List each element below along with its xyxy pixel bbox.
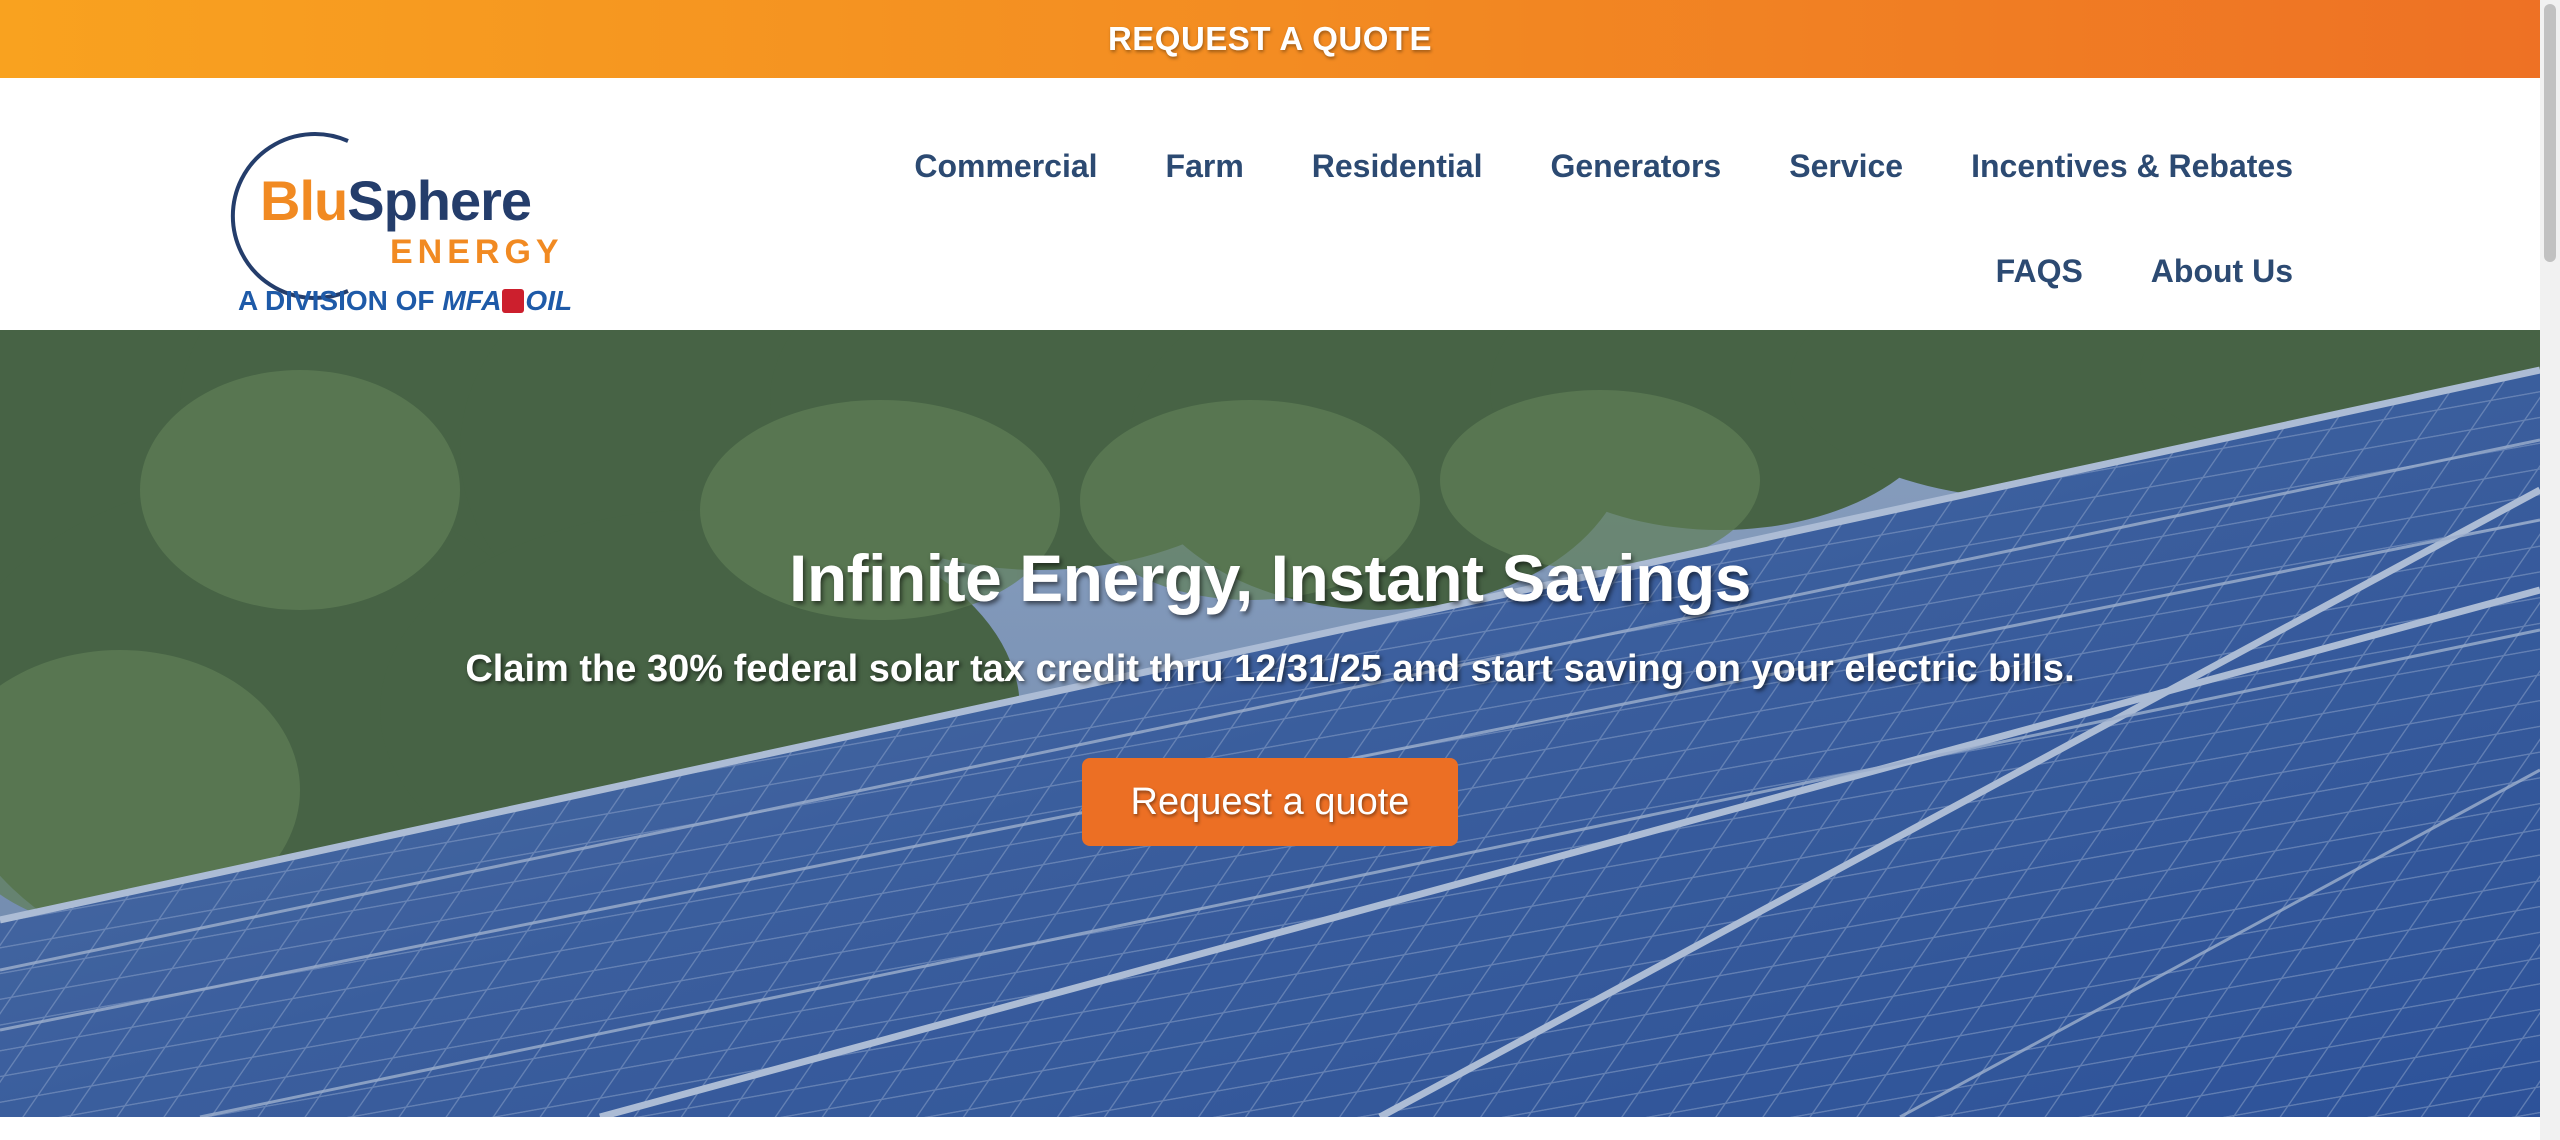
main-nav-row-2: FAQS About Us [1996, 253, 2293, 290]
nav-incentives-rebates[interactable]: Incentives & Rebates [1971, 148, 2293, 185]
mfa-oil-emblem-icon [502, 289, 525, 313]
nav-generators[interactable]: Generators [1550, 148, 1721, 185]
logo-energy-text: ENERGY [390, 233, 564, 271]
nav-farm[interactable]: Farm [1166, 148, 1244, 185]
logo-wordmark: BluSphere [260, 169, 532, 232]
request-quote-banner[interactable]: REQUEST A QUOTE [0, 0, 2540, 78]
site-header: BluSphere ENERGY A DIVISION OF MFA OIL Co… [0, 78, 2540, 330]
nav-service[interactable]: Service [1789, 148, 1903, 185]
blusphere-logo[interactable]: BluSphere ENERGY A DIVISION OF MFA OIL [230, 123, 572, 316]
scrollbar-thumb[interactable] [2544, 4, 2556, 262]
main-nav-row-1: Commercial Farm Residential Generators S… [914, 148, 2293, 185]
request-quote-button[interactable]: Request a quote [1082, 758, 1458, 846]
hero-subheadline: Claim the 30% federal solar tax credit t… [465, 648, 2075, 690]
hero-headline: Infinite Energy, Instant Savings [789, 541, 1751, 615]
nav-commercial[interactable]: Commercial [914, 148, 1097, 185]
nav-residential[interactable]: Residential [1312, 148, 1483, 185]
page: REQUEST A QUOTE BluSphere ENERGY A DIVIS… [0, 0, 2540, 1140]
hero-banner: Infinite Energy, Instant Savings Claim t… [0, 330, 2540, 1117]
logo-division-text: A DIVISION OF MFA OIL [238, 285, 573, 316]
request-quote-banner-label: REQUEST A QUOTE [1107, 20, 1433, 57]
page-scrollbar[interactable] [2540, 0, 2560, 1140]
nav-faqs[interactable]: FAQS [1996, 253, 2083, 290]
nav-about-us[interactable]: About Us [2151, 253, 2293, 290]
